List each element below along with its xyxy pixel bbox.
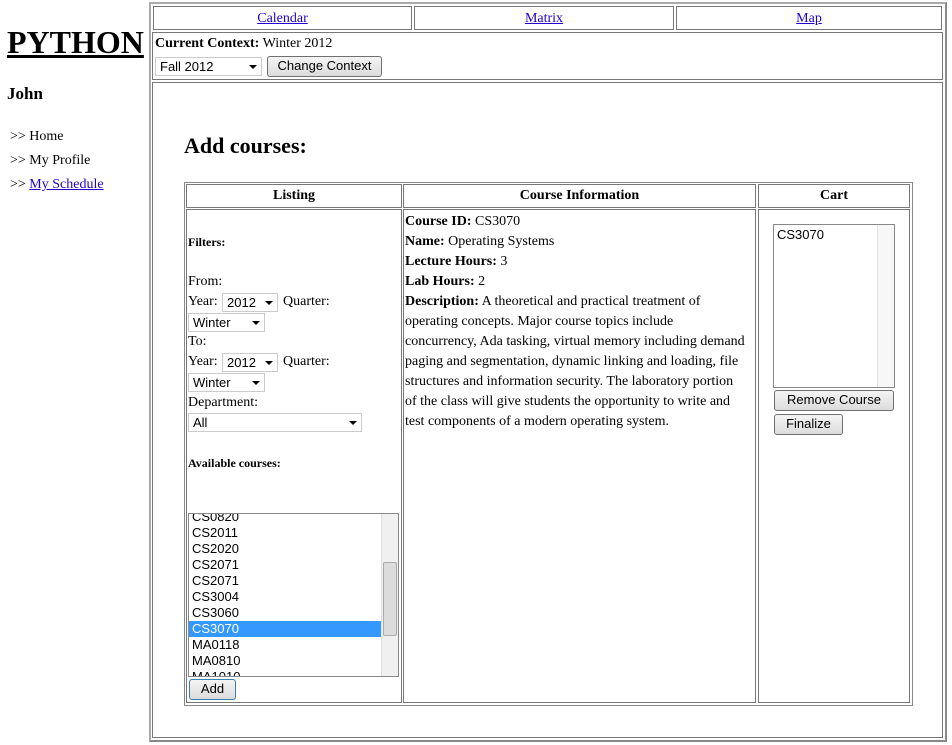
to-quarter-select[interactable]: Winter (188, 373, 265, 392)
from-year-select[interactable]: 2012 (222, 293, 278, 312)
course-option[interactable]: CS2071 (189, 557, 381, 573)
chevron-down-icon (349, 421, 357, 425)
nav-schedule[interactable]: >> My Schedule (10, 177, 104, 193)
course-option[interactable]: CS3070 (189, 621, 381, 637)
cart-item[interactable]: CS3070 (774, 227, 894, 243)
chevron-down-icon (249, 65, 257, 69)
nav-prefix: >> (10, 177, 30, 192)
nav-profile-label[interactable]: My Profile (29, 153, 90, 168)
site-logo: PYTHON (7, 24, 144, 60)
chevron-down-icon (265, 301, 273, 305)
finalize-button[interactable]: Finalize (774, 414, 843, 435)
filters-label: Filters: (188, 235, 226, 249)
department-label: Department: (188, 395, 258, 410)
nav-home[interactable]: >> Home (10, 129, 64, 145)
lecture-hours: Lecture Hours: 3 (405, 254, 508, 269)
course-info: Course ID: CS3070 Name: Operating System… (405, 212, 745, 432)
nav-profile[interactable]: >> My Profile (10, 153, 90, 169)
calendar-link[interactable]: Calendar (257, 11, 308, 26)
course-description: Description: A theoretical and practical… (405, 294, 745, 429)
nav-home-label[interactable]: Home (29, 129, 63, 144)
current-context: Current Context: Winter 2012 (155, 36, 332, 52)
course-option[interactable]: CS3004 (189, 589, 381, 605)
course-option[interactable]: CS2071 (189, 573, 381, 589)
context-value: Winter 2012 (262, 36, 333, 51)
map-link[interactable]: Map (796, 11, 822, 26)
scrollbar[interactable] (877, 225, 894, 387)
add-button[interactable]: Add (189, 679, 236, 700)
course-option[interactable]: CS3060 (189, 605, 381, 621)
chevron-down-icon (252, 321, 260, 325)
chevron-down-icon (252, 381, 260, 385)
to-label: To: (188, 334, 207, 349)
tab-calendar[interactable]: Calendar (153, 6, 412, 30)
change-context-button[interactable]: Change Context (267, 56, 382, 77)
header-course-info: Course Information (403, 184, 756, 208)
cart-list[interactable]: CS3070 (773, 224, 895, 388)
course-option[interactable]: MA0118 (189, 637, 381, 653)
to-quarter-label: Quarter: (283, 354, 330, 369)
scrollbar[interactable] (381, 514, 398, 676)
course-option[interactable]: CS0820 (189, 514, 381, 525)
course-option[interactable]: MA0810 (189, 653, 381, 669)
lab-hours: Lab Hours: 2 (405, 274, 486, 289)
page-title: Add courses: (184, 133, 307, 158)
from-quarter-label: Quarter: (283, 294, 330, 309)
remove-course-button[interactable]: Remove Course (774, 390, 894, 411)
course-id: Course ID: CS3070 (405, 214, 521, 229)
department-select[interactable]: All (188, 413, 362, 432)
tab-map[interactable]: Map (676, 6, 942, 30)
course-option[interactable]: CS2020 (189, 541, 381, 557)
course-option[interactable]: MA1010 (189, 669, 381, 676)
nav-prefix: >> (10, 129, 30, 144)
to-year-label: Year: (188, 354, 218, 369)
nav-prefix: >> (10, 153, 30, 168)
chevron-down-icon (265, 361, 273, 365)
tab-matrix[interactable]: Matrix (414, 6, 674, 30)
from-label: From: (188, 274, 223, 289)
from-year-label: Year: (188, 294, 218, 309)
nav-schedule-link[interactable]: My Schedule (29, 177, 103, 192)
context-select[interactable]: Fall 2012 (155, 57, 262, 76)
matrix-link[interactable]: Matrix (525, 11, 563, 26)
available-courses-label: Available courses: (188, 456, 281, 470)
header-listing: Listing (186, 184, 402, 208)
header-cart: Cart (758, 184, 910, 208)
context-label: Current Context: (155, 36, 260, 51)
user-name: John (7, 84, 43, 103)
course-name: Name: Operating Systems (405, 234, 555, 249)
available-courses-list[interactable]: CS0820 CS2011 CS2020 CS2071 CS2071 CS3004 CS30… (188, 513, 399, 677)
from-quarter-select[interactable]: Winter (188, 313, 265, 332)
to-year-select[interactable]: 2012 (222, 353, 278, 372)
scrollbar-thumb[interactable] (383, 562, 397, 636)
course-option[interactable]: CS2011 (189, 525, 381, 541)
